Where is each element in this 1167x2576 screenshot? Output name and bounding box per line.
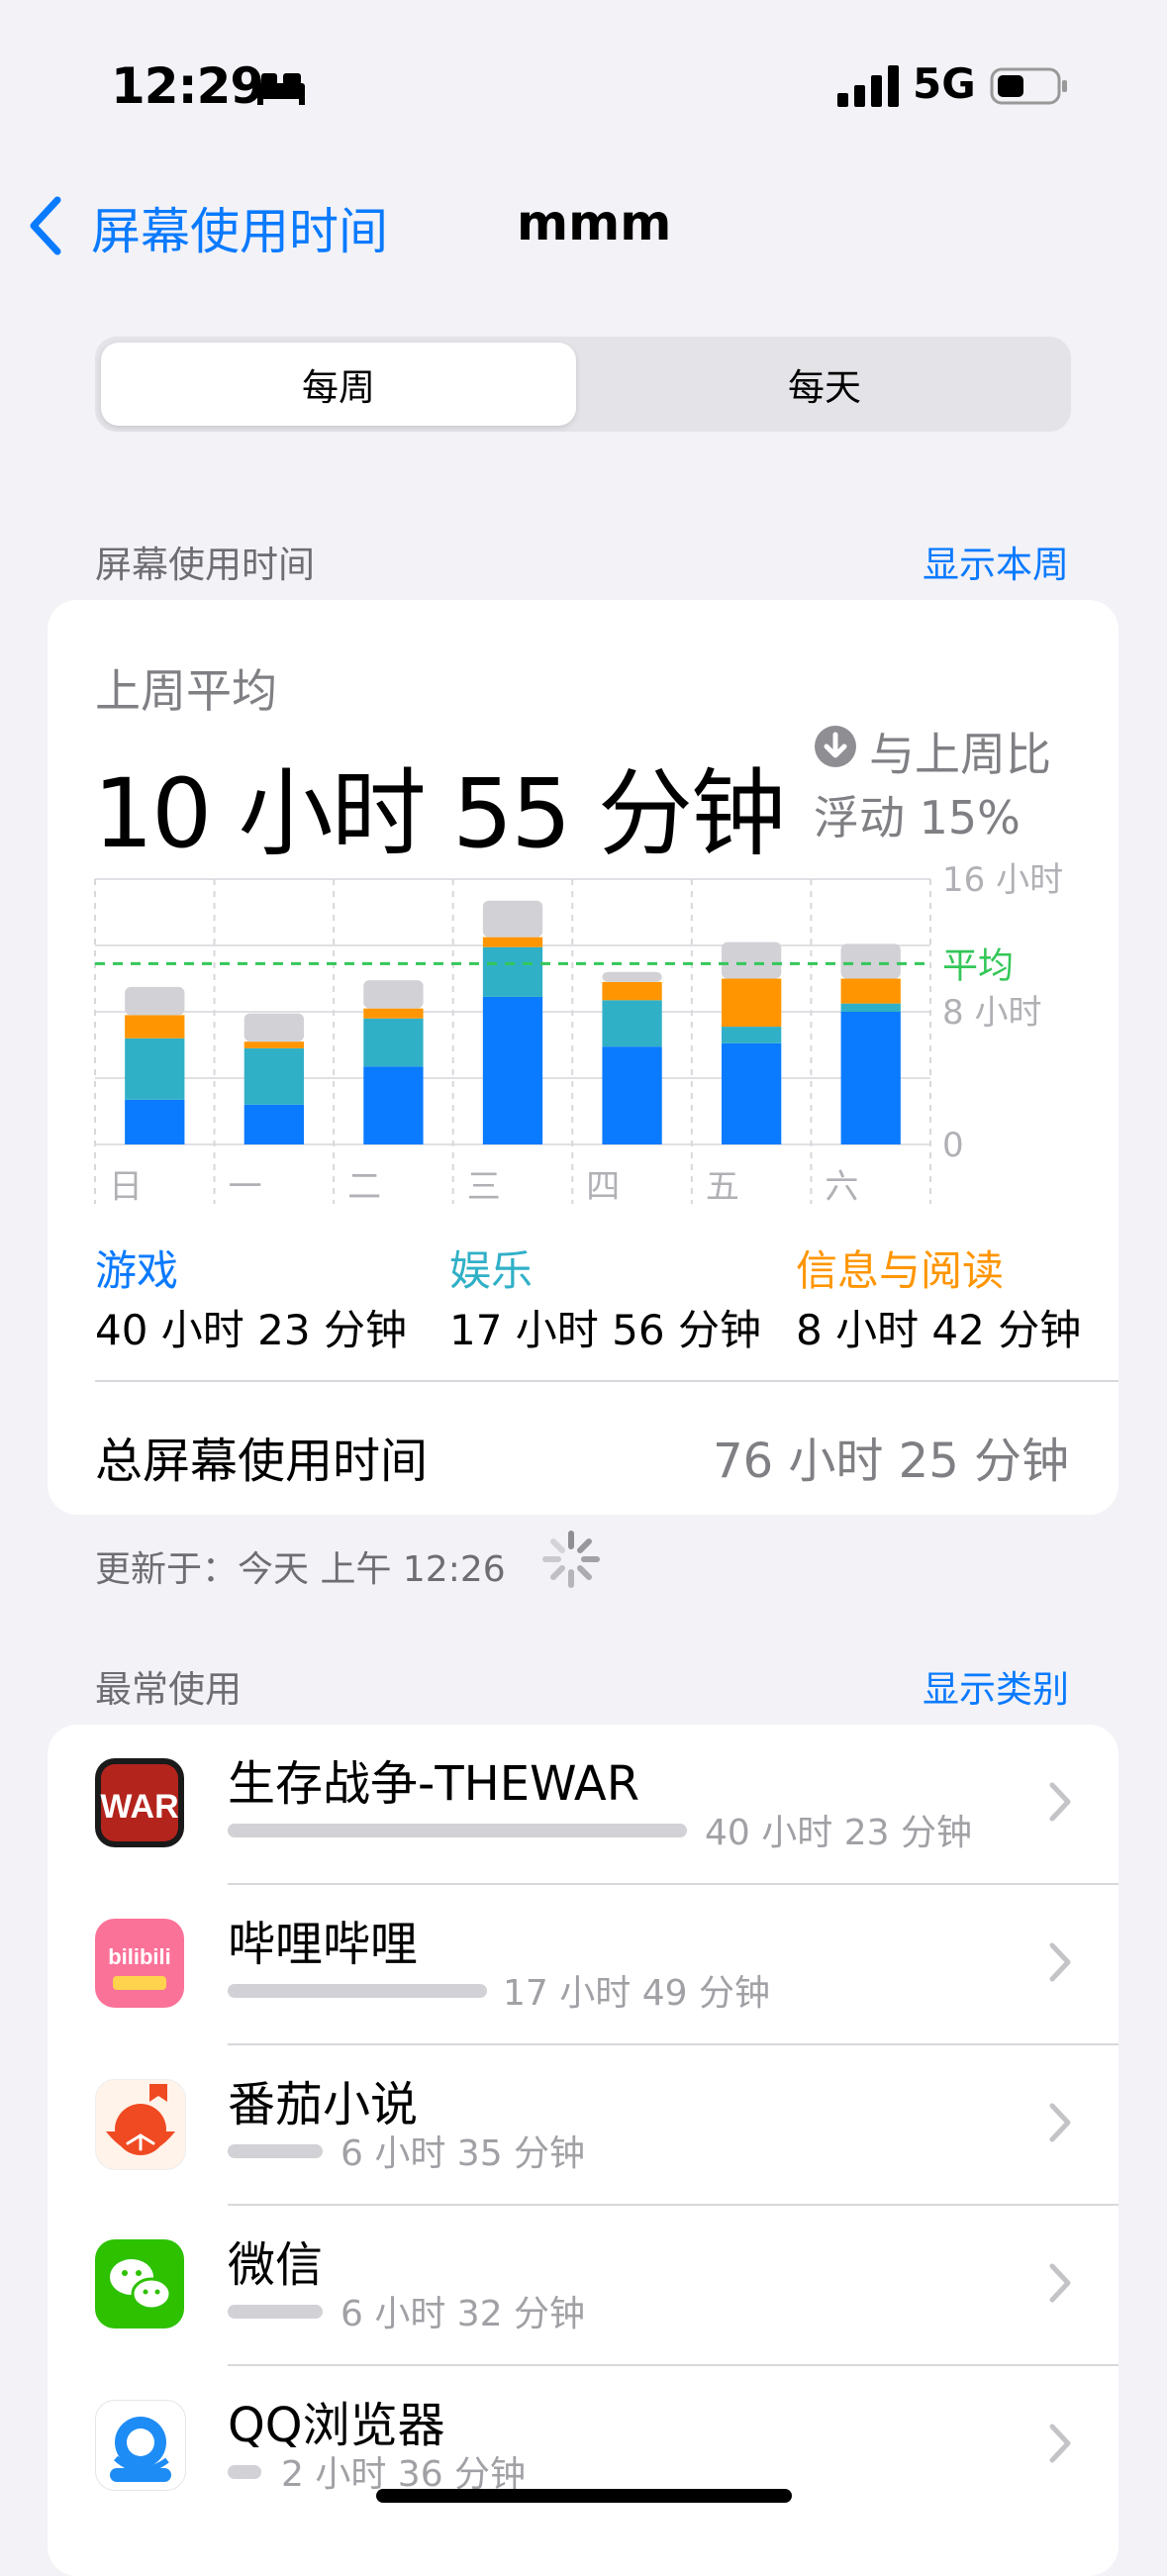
x-tick-label: 六 [825, 1167, 858, 1207]
x-tick-label: 三 [467, 1167, 501, 1207]
app-usage: 6 小时 32 分钟 [340, 2294, 586, 2334]
bar-segment [243, 1104, 304, 1144]
chevron-right-icon [1049, 2103, 1071, 2142]
svg-text:bilibili: bilibili [108, 1944, 171, 1969]
average-label: 平均 [942, 945, 1014, 986]
wechat-icon [95, 2239, 184, 2328]
bar-segment [243, 1041, 304, 1048]
bar-segment [482, 900, 543, 938]
bar-segment [363, 1018, 424, 1067]
bar-segment [602, 971, 662, 982]
app-row[interactable]: WAR 生存战争-THEWAR 40 小时 23 分钟 [48, 1725, 1118, 1883]
total-value: 76 小时 25 分钟 [713, 1434, 1069, 1489]
usage-bar [228, 2465, 261, 2479]
x-tick-label: 一 [229, 1167, 262, 1207]
app-name: 生存战争-THEWAR [228, 1756, 640, 1812]
legend-name-games: 游戏 [95, 1246, 179, 1295]
legend-value-entertainment: 17 小时 56 分钟 [449, 1306, 761, 1354]
bar-segment [363, 1066, 424, 1144]
bar-segment [840, 1003, 901, 1012]
y-tick-label: 8 小时 [942, 993, 1041, 1033]
show-categories-link[interactable]: 显示类别 [871, 1659, 1069, 1713]
bar-segment [722, 941, 782, 979]
bar-segment [602, 1046, 662, 1144]
bar-segment [243, 1013, 304, 1042]
usage-bar [228, 1984, 487, 1998]
bar-segment [722, 1042, 782, 1144]
bilibili-icon: bilibili [95, 1919, 184, 2008]
bar-segment [125, 986, 185, 1016]
app-usage: 40 小时 23 分钟 [705, 1813, 972, 1853]
x-tick-label: 五 [706, 1167, 739, 1207]
y-tick-label: 16 小时 [942, 860, 1063, 900]
legend-name-reading: 信息与阅读 [796, 1246, 1005, 1295]
usage-bar [228, 1824, 687, 1837]
bar-segment [243, 1047, 304, 1105]
bar-segment [602, 981, 662, 1001]
x-tick-label: 日 [109, 1167, 143, 1207]
bar-segment [125, 1099, 185, 1144]
bar-segment [482, 946, 543, 997]
svg-text:WAR: WAR [100, 1788, 178, 1826]
app-name: 微信 [228, 2237, 324, 2293]
usage-bar [228, 2305, 323, 2319]
bar-segment [840, 978, 901, 1004]
qq-browser-icon [95, 2400, 186, 2491]
chevron-right-icon [1049, 2263, 1071, 2303]
bar-segment [602, 1000, 662, 1047]
legend-value-reading: 8 小时 42 分钟 [796, 1306, 1082, 1354]
y-tick-label: 0 [942, 1126, 964, 1165]
fanqie-novel-icon [95, 2079, 186, 2170]
chevron-right-icon [1049, 2424, 1071, 2463]
bar-segment [125, 1038, 185, 1100]
weekly-usage-chart: 日 一 二 三 四 五 六 平均 16 小时 8 小时 0 [94, 860, 1063, 1207]
usage-bar [228, 2144, 323, 2158]
bar-segment [840, 1012, 901, 1144]
legend-name-entertainment: 娱乐 [449, 1246, 534, 1295]
x-tick-label: 四 [586, 1167, 620, 1207]
chevron-right-icon [1049, 1942, 1071, 1982]
loading-spinner-icon [542, 1531, 600, 1588]
bar-segment [125, 1015, 185, 1039]
x-tick-label: 二 [347, 1167, 381, 1207]
updated-text: 更新于：今天 上午 12:26 [95, 1549, 506, 1590]
app-name: 哔哩哔哩 [228, 1917, 419, 1972]
bar-segment [722, 978, 782, 1028]
bar-segment [482, 937, 543, 947]
section-header-most-used: 最常使用 [95, 1668, 242, 1711]
bar-segment [363, 1008, 424, 1019]
divider [95, 1380, 1118, 1382]
app-row[interactable]: 微信 6 小时 32 分钟 [48, 2206, 1118, 2364]
app-row[interactable]: bilibili 哔哩哔哩 17 小时 49 分钟 [48, 1885, 1118, 2043]
app-row[interactable]: 番茄小说 6 小时 35 分钟 [48, 2045, 1118, 2204]
war-game-icon: WAR [95, 1758, 184, 1847]
app-usage: 17 小时 49 分钟 [503, 1973, 770, 2014]
chevron-right-icon [1049, 1782, 1071, 1822]
legend-value-games: 40 小时 23 分钟 [95, 1306, 407, 1354]
home-indicator [376, 2489, 792, 2503]
total-label: 总屏幕使用时间 [95, 1434, 429, 1489]
bar-segment [722, 1027, 782, 1043]
bar-segment [482, 996, 543, 1144]
bar-segment [363, 980, 424, 1009]
bar-segment [840, 943, 901, 979]
app-usage: 6 小时 35 分钟 [340, 2133, 586, 2174]
